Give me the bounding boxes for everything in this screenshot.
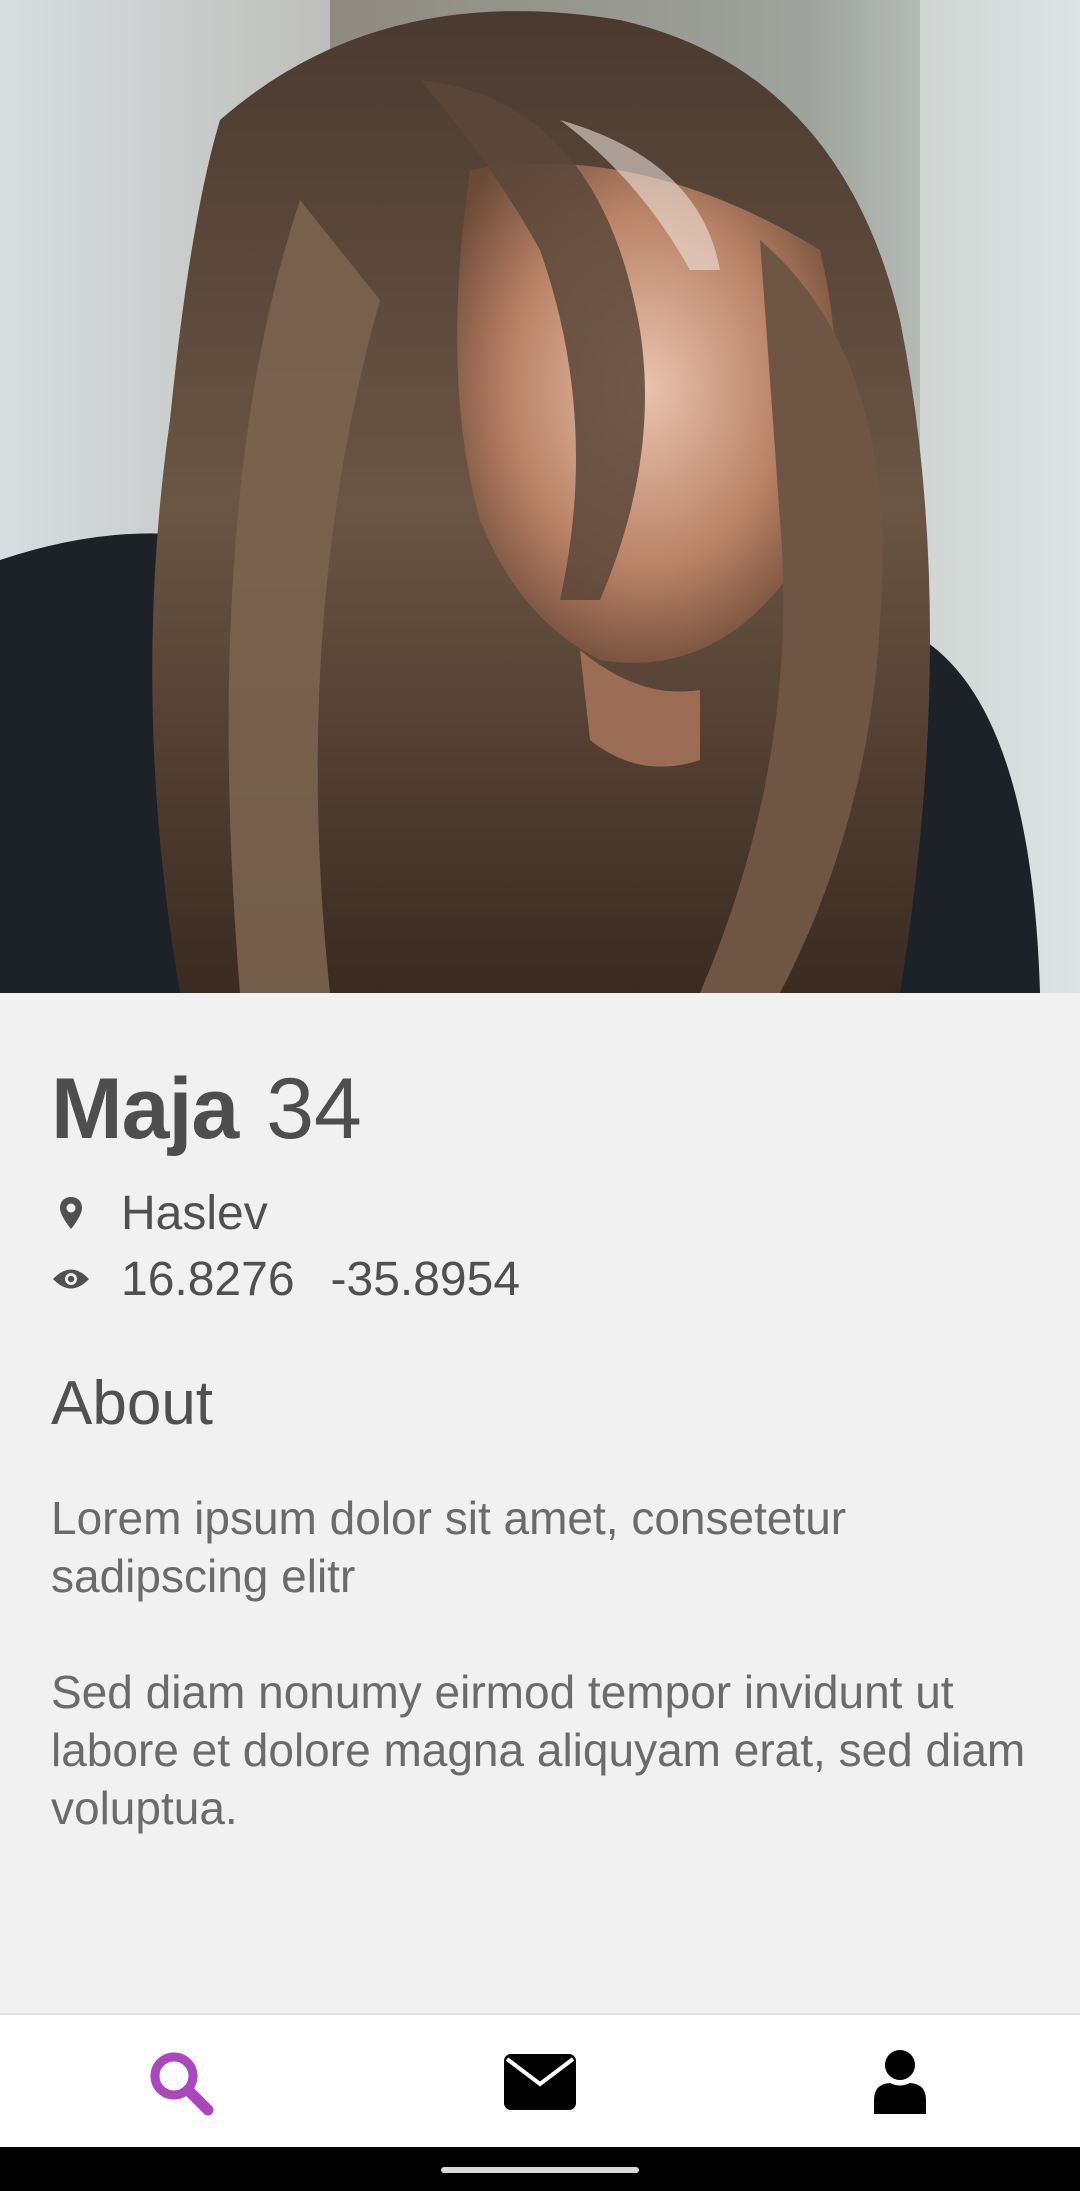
bottom-navigation — [0, 2013, 1080, 2149]
user-icon — [874, 2050, 926, 2114]
about-text: Lorem ipsum dolor sit amet, consetetur s… — [51, 1489, 1041, 1837]
coordinate-x: 16.8276 — [121, 1252, 295, 1306]
about-paragraph: Sed diam nonumy eirmod tempor invidunt u… — [51, 1666, 1026, 1834]
name-age-row: Maja 34 — [51, 1060, 1031, 1160]
about-heading: About — [51, 1369, 214, 1438]
profile-details: Maja 34 Haslev 16.8276 -35.8954 About Lo… — [51, 1060, 1031, 1895]
location-text: Haslev — [121, 1186, 268, 1240]
home-indicator[interactable] — [441, 2167, 639, 2173]
system-navigation-bar — [0, 2147, 1080, 2191]
about-paragraph: Lorem ipsum dolor sit amet, consetetur s… — [51, 1492, 847, 1602]
profile-age: 34 — [266, 1061, 362, 1157]
location-row: Haslev — [51, 1180, 1031, 1246]
profile-screen: Maja 34 Haslev 16.8276 -35.8954 About Lo… — [0, 0, 1080, 2191]
nav-messages[interactable] — [360, 2015, 720, 2149]
nav-profile[interactable] — [720, 2015, 1080, 2149]
eye-icon — [51, 1259, 91, 1299]
coordinates-row: 16.8276 -35.8954 — [51, 1246, 1031, 1312]
envelope-icon — [504, 2054, 576, 2110]
coordinate-y: -35.8954 — [330, 1252, 521, 1306]
profile-photo-image — [0, 0, 1080, 993]
nav-search[interactable] — [0, 2015, 360, 2149]
profile-photo[interactable] — [0, 0, 1080, 993]
profile-name: Maja — [51, 1061, 239, 1157]
map-pin-icon — [51, 1193, 91, 1233]
search-icon — [150, 2052, 214, 2116]
